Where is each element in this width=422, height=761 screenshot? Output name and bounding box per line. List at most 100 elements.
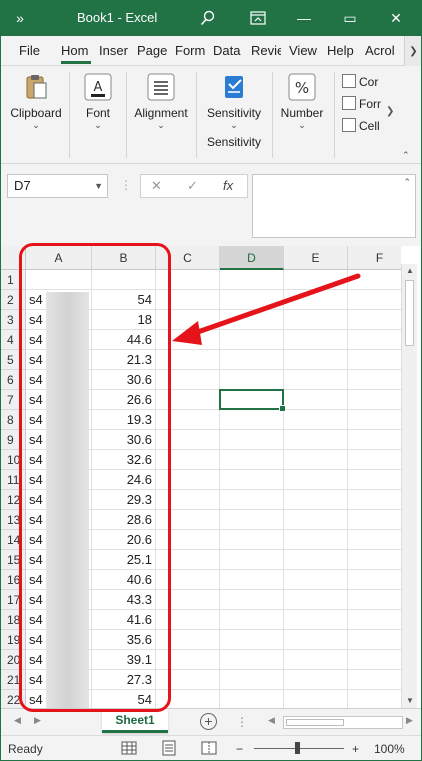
cell-e8[interactable]: [284, 410, 348, 430]
cell-c11[interactable]: [156, 470, 220, 490]
row-header[interactable]: 4: [0, 330, 26, 350]
ribbon-display-icon[interactable]: [242, 0, 274, 36]
cell-d21[interactable]: [220, 670, 284, 690]
cell-c21[interactable]: [156, 670, 220, 690]
cell-f12[interactable]: [348, 490, 401, 510]
expand-formula-bar-icon[interactable]: ⌃: [403, 177, 411, 188]
cell-d14[interactable]: [220, 530, 284, 550]
worksheet-grid[interactable]: A B C D E F 1 2 s4 54 3 s4 18 4 s4 44.6 5 s4 21.3 6 s4 30.6 7 s…: [0, 246, 401, 708]
active-cell-border[interactable]: [219, 389, 286, 412]
cell-b11[interactable]: 24.6: [92, 470, 156, 490]
cell-b2[interactable]: 54: [92, 290, 156, 310]
cell-e9[interactable]: [284, 430, 348, 450]
row-header[interactable]: 7: [0, 390, 26, 410]
cell-b13[interactable]: 28.6: [92, 510, 156, 530]
cell-f22[interactable]: [348, 690, 401, 708]
cell-f13[interactable]: [348, 510, 401, 530]
vertical-scrollbar[interactable]: ▲ ▼: [401, 264, 417, 708]
number-group[interactable]: % Number ⌄: [276, 66, 328, 164]
cell-b16[interactable]: 40.6: [92, 570, 156, 590]
cell-f6[interactable]: [348, 370, 401, 390]
cell-e18[interactable]: [284, 610, 348, 630]
page-layout-icon[interactable]: [160, 740, 178, 756]
cell-b10[interactable]: 32.6: [92, 450, 156, 470]
cell-c4[interactable]: [156, 330, 220, 350]
row-header[interactable]: 2: [0, 290, 26, 310]
cell-d18[interactable]: [220, 610, 284, 630]
collapse-ribbon-icon[interactable]: ⌃: [402, 150, 410, 161]
cell-f18[interactable]: [348, 610, 401, 630]
row-header[interactable]: 11: [0, 470, 26, 490]
cell-e7[interactable]: [284, 390, 348, 410]
cell-b20[interactable]: 39.1: [92, 650, 156, 670]
cell-f21[interactable]: [348, 670, 401, 690]
search-icon[interactable]: [192, 0, 224, 36]
cell-d2[interactable]: [220, 290, 284, 310]
minimize-icon[interactable]: —: [288, 0, 320, 36]
row-header[interactable]: 5: [0, 350, 26, 370]
cell-d13[interactable]: [220, 510, 284, 530]
cell-f15[interactable]: [348, 550, 401, 570]
cell-b5[interactable]: 21.3: [92, 350, 156, 370]
row-header[interactable]: 17: [0, 590, 26, 610]
cell-b3[interactable]: 18: [92, 310, 156, 330]
cell-b17[interactable]: 43.3: [92, 590, 156, 610]
name-box[interactable]: D7 ▼: [7, 174, 108, 198]
cell-c3[interactable]: [156, 310, 220, 330]
zoom-out-button[interactable]: −: [236, 736, 243, 761]
cell-d15[interactable]: [220, 550, 284, 570]
cell-e13[interactable]: [284, 510, 348, 530]
tab-formulas[interactable]: Form: [175, 36, 205, 66]
cell-c16[interactable]: [156, 570, 220, 590]
cell-d11[interactable]: [220, 470, 284, 490]
tab-acrobat[interactable]: Acrol: [365, 36, 401, 66]
enter-icon[interactable]: ✓: [187, 175, 198, 197]
cell-d1[interactable]: [220, 270, 284, 290]
cell-f3[interactable]: [348, 310, 401, 330]
row-header[interactable]: 16: [0, 570, 26, 590]
formula-input[interactable]: ⌃: [252, 174, 416, 238]
hscroll-right-icon[interactable]: ▶: [406, 715, 413, 726]
cell-c8[interactable]: [156, 410, 220, 430]
cell-c9[interactable]: [156, 430, 220, 450]
cell-e4[interactable]: [284, 330, 348, 350]
cell-f10[interactable]: [348, 450, 401, 470]
select-all-corner[interactable]: [0, 246, 26, 270]
hscroll-thumb[interactable]: [286, 719, 344, 726]
chevron-down-icon[interactable]: ▼: [94, 175, 103, 197]
column-header-a[interactable]: A: [26, 246, 92, 270]
cell-c7[interactable]: [156, 390, 220, 410]
cell-c15[interactable]: [156, 550, 220, 570]
column-header-e[interactable]: E: [284, 246, 348, 270]
ribbon-scroll-right-icon[interactable]: ❯: [386, 106, 394, 117]
cell-d20[interactable]: [220, 650, 284, 670]
tab-split-icon[interactable]: ⋮: [236, 715, 248, 729]
cell-f7[interactable]: [348, 390, 401, 410]
scroll-down-icon[interactable]: ▼: [402, 694, 418, 708]
cell-c20[interactable]: [156, 650, 220, 670]
cell-c6[interactable]: [156, 370, 220, 390]
cell-c17[interactable]: [156, 590, 220, 610]
zoom-level[interactable]: 100%: [374, 736, 405, 761]
clipboard-group[interactable]: Clipboard ⌄: [6, 66, 66, 164]
row-header[interactable]: 18: [0, 610, 26, 630]
cell-b6[interactable]: 30.6: [92, 370, 156, 390]
cell-f17[interactable]: [348, 590, 401, 610]
cell-b19[interactable]: 35.6: [92, 630, 156, 650]
cell-e21[interactable]: [284, 670, 348, 690]
cell-e3[interactable]: [284, 310, 348, 330]
cell-d6[interactable]: [220, 370, 284, 390]
cell-f11[interactable]: [348, 470, 401, 490]
page-break-icon[interactable]: [200, 740, 218, 756]
row-header[interactable]: 12: [0, 490, 26, 510]
normal-view-icon[interactable]: [120, 740, 138, 756]
cell-f5[interactable]: [348, 350, 401, 370]
tab-home[interactable]: Hom: [61, 36, 91, 66]
cell-e5[interactable]: [284, 350, 348, 370]
row-header[interactable]: 14: [0, 530, 26, 550]
horizontal-scrollbar[interactable]: [283, 716, 403, 729]
row-header[interactable]: 15: [0, 550, 26, 570]
zoom-slider-thumb[interactable]: [295, 742, 300, 754]
cell-f14[interactable]: [348, 530, 401, 550]
column-header-d[interactable]: D: [220, 246, 284, 270]
